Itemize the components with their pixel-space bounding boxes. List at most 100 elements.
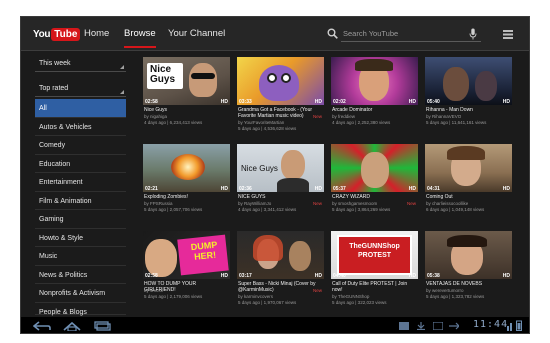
microphone-icon[interactable] xyxy=(469,28,477,40)
video-stats: 5 days ago | 2,057,706 views xyxy=(144,207,203,212)
sync-icon[interactable] xyxy=(433,322,443,330)
video-card[interactable]: 04:31 HD Coming Out by charlieissocoolli… xyxy=(425,144,512,226)
category-gaming[interactable]: Gaming xyxy=(35,210,126,229)
notification-icon[interactable] xyxy=(399,322,409,330)
video-thumbnail[interactable]: DUMP HER! xyxy=(143,231,230,279)
video-card[interactable]: Nice Guys 02:58 HD Nice Guys by nigahiga… xyxy=(143,57,230,139)
category-entertainment[interactable]: Entertainment xyxy=(35,173,126,192)
video-thumbnail[interactable]: Nice Guys xyxy=(143,57,230,105)
tab-your-channel[interactable]: Your Channel xyxy=(168,28,225,48)
video-thumbnail[interactable] xyxy=(143,144,230,192)
video-title[interactable]: Grandma Got a Facebook - (Your Favorite … xyxy=(238,107,323,119)
sidebar: This week Top rated All Autos & Vehicles… xyxy=(35,55,126,317)
usb-icon[interactable] xyxy=(449,322,459,330)
video-duration: 04:40 xyxy=(333,273,346,279)
video-channel[interactable]: by werevertumorro xyxy=(426,288,464,293)
category-news[interactable]: News & Politics xyxy=(35,266,126,284)
thumb-figure xyxy=(475,71,497,101)
video-title[interactable]: Super Bass - Nicki Minaj (Cover by @Karm… xyxy=(238,281,323,293)
video-card[interactable]: 05:38 HD VENTAJAS DE NOVEBS by werevertu… xyxy=(425,231,512,313)
video-channel[interactable]: by FPSRussia xyxy=(144,201,173,206)
video-duration: 02:36 xyxy=(239,186,252,192)
tab-browse[interactable]: Browse xyxy=(124,28,156,48)
video-duration: 04:31 xyxy=(427,186,440,192)
tab-home[interactable]: Home xyxy=(84,28,109,48)
video-title[interactable]: Rihanna - Man Down xyxy=(426,107,511,113)
thumb-face xyxy=(145,239,177,277)
video-title[interactable]: Exploding Zombies! xyxy=(144,194,229,200)
video-thumbnail[interactable] xyxy=(425,57,512,105)
video-duration: 02:21 xyxy=(145,186,158,192)
overflow-menu-icon[interactable] xyxy=(503,30,513,39)
video-title[interactable]: VENTAJAS DE NOVEBS xyxy=(426,281,511,287)
video-channel[interactable]: by RihannaVEVO xyxy=(426,114,461,119)
video-thumbnail[interactable]: Nice Guys xyxy=(237,144,324,192)
video-thumbnail[interactable] xyxy=(331,57,418,105)
video-card[interactable]: 05:37 HD CRAZY WIZARD by smoshgamesmoom … xyxy=(331,144,418,226)
video-card[interactable]: 03:17 HD Super Bass - Nicki Minaj (Cover… xyxy=(237,231,324,313)
filter-time-dropdown[interactable]: This week xyxy=(35,55,126,72)
video-title[interactable]: Coming Out xyxy=(426,194,511,200)
back-icon[interactable] xyxy=(33,321,51,331)
hd-badge: HD xyxy=(314,186,322,192)
video-channel[interactable]: by charlieissocoollike xyxy=(426,201,468,206)
video-title[interactable]: NICE GUYS xyxy=(238,194,323,200)
dropdown-corner-icon xyxy=(120,65,124,69)
thumb-caption-box: Nice Guys xyxy=(147,63,183,89)
download-icon[interactable] xyxy=(416,322,426,330)
category-autos[interactable]: Autos & Vehicles xyxy=(35,118,126,136)
youtube-logo[interactable]: You Tube xyxy=(33,26,81,42)
video-thumbnail[interactable] xyxy=(425,231,512,279)
video-channel[interactable]: by smoshgamesmoom xyxy=(332,201,377,206)
video-thumbnail[interactable]: TheGUNNShop PROTEST xyxy=(331,231,418,279)
filter-sort-dropdown[interactable]: Top rated xyxy=(35,80,126,97)
search-icon[interactable] xyxy=(327,28,338,39)
video-thumbnail[interactable] xyxy=(331,144,418,192)
video-title[interactable]: Arcade Dominator xyxy=(332,107,417,113)
video-duration: 02:58 xyxy=(145,273,158,279)
video-card[interactable]: 03:33 HD Grandma Got a Facebook - (Your … xyxy=(237,57,324,139)
status-clock[interactable]: 11:44 xyxy=(473,319,508,330)
category-people[interactable]: People & Blogs xyxy=(35,303,126,316)
video-thumbnail[interactable] xyxy=(425,144,512,192)
video-channel[interactable]: by freddiew xyxy=(332,114,355,119)
video-thumbnail[interactable] xyxy=(237,57,324,105)
category-music[interactable]: Music xyxy=(35,247,126,266)
thumb-shirt xyxy=(277,178,309,192)
video-channel[interactable]: by RayWilliamJo xyxy=(238,201,271,206)
video-card[interactable]: Nice Guys 02:36 HD NICE GUYS by RayWilli… xyxy=(237,144,324,226)
video-channel[interactable]: by YourFavoriteMartian xyxy=(238,120,284,125)
home-icon[interactable] xyxy=(63,321,81,331)
video-title[interactable]: Call of Duty Elite PROTEST | Join now! xyxy=(332,281,417,293)
search-input[interactable]: Search YouTube xyxy=(343,29,398,38)
video-channel[interactable]: by smosh xyxy=(144,288,163,293)
action-bar: You Tube Home Browse Your Channel Search … xyxy=(21,17,529,51)
filter-sort-label: Top rated xyxy=(39,85,69,92)
video-card[interactable]: 02:02 HD Arcade Dominator by freddiew 4 … xyxy=(331,57,418,139)
video-title[interactable]: CRAZY WIZARD xyxy=(332,194,417,200)
hd-badge: HD xyxy=(220,99,228,105)
category-all[interactable]: All xyxy=(35,99,126,118)
hd-badge: HD xyxy=(502,186,510,192)
video-channel[interactable]: by karminvcovers xyxy=(238,294,273,299)
video-card[interactable]: DUMP HER! 02:58 HD HOW TO DUMP YOUR GIRL… xyxy=(143,231,230,313)
video-channel[interactable]: by nigahiga xyxy=(144,114,167,119)
hd-badge: HD xyxy=(314,99,322,105)
category-nonprofits[interactable]: Nonprofits & Activism xyxy=(35,284,126,303)
category-howto[interactable]: Howto & Style xyxy=(35,229,126,247)
recent-apps-icon[interactable] xyxy=(93,321,111,331)
video-channel[interactable]: by TheGUNNShop xyxy=(332,294,369,299)
thumb-hair xyxy=(355,59,393,71)
video-duration: 02:58 xyxy=(145,99,158,105)
video-card[interactable]: TheGUNNShop PROTEST 04:40 HD Call of Dut… xyxy=(331,231,418,313)
video-card[interactable]: 05:40 HD Rihanna - Man Down by RihannaVE… xyxy=(425,57,512,139)
video-duration: 05:38 xyxy=(427,273,440,279)
video-thumbnail[interactable] xyxy=(237,231,324,279)
video-duration: 05:40 xyxy=(427,99,440,105)
category-film[interactable]: Film & Animation xyxy=(35,192,126,210)
category-comedy[interactable]: Comedy xyxy=(35,136,126,155)
video-card[interactable]: 02:21 HD Exploding Zombies! by FPSRussia… xyxy=(143,144,230,226)
category-education[interactable]: Education xyxy=(35,155,126,173)
video-duration: 03:17 xyxy=(239,273,252,279)
video-title[interactable]: Nice Guys xyxy=(144,107,229,113)
